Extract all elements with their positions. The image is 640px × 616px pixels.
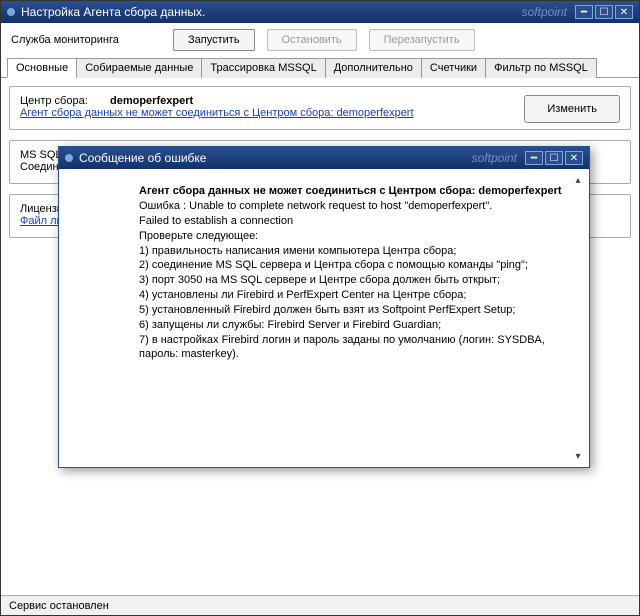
error-titlebar[interactable]: Сообщение об ошибке softpoint ━ ☐ ✕ [59, 147, 589, 169]
close-icon[interactable]: ✕ [615, 5, 633, 19]
watermark: softpoint [522, 5, 567, 19]
scroll-down-icon[interactable]: ▾ [571, 449, 585, 463]
stop-button: Остановить [267, 29, 357, 51]
error-line: Проверьте следующее: [139, 229, 567, 244]
license-link[interactable]: Файл ли [20, 215, 63, 227]
error-dialog: Сообщение об ошибке softpoint ━ ☐ ✕ Аген… [58, 146, 590, 468]
error-title: Сообщение об ошибке [79, 151, 472, 165]
center-label: Центр сбора: [20, 95, 110, 107]
close-icon[interactable]: ✕ [565, 151, 583, 165]
error-line: 2) соединение MS SQL сервера и Центра сб… [139, 258, 567, 273]
error-body: Агент сбора данных не может соединиться … [59, 169, 589, 467]
restart-button: Перезапустить [369, 29, 475, 51]
maximize-icon[interactable]: ☐ [545, 151, 563, 165]
service-label: Служба мониторинга [11, 34, 161, 46]
maximize-icon[interactable]: ☐ [595, 5, 613, 19]
app-icon [7, 8, 15, 16]
error-line: 5) установленный Firebird должен быть вз… [139, 303, 567, 318]
watermark: softpoint [472, 151, 517, 165]
center-value: demoperfexpert [110, 95, 193, 107]
dialog-icon [65, 154, 73, 162]
error-line: Ошибка : Unable to complete network requ… [139, 199, 567, 214]
tab-collected[interactable]: Собираемые данные [76, 58, 202, 78]
start-button[interactable]: Запустить [173, 29, 255, 51]
tab-counters[interactable]: Счетчики [421, 58, 486, 78]
error-line: Failed to establish a connection [139, 214, 567, 229]
minimize-icon[interactable]: ━ [575, 5, 593, 19]
main-title: Настройка Агента сбора данных. [21, 5, 522, 19]
center-groupbox: Центр сбора: demoperfexpert Агент сбора … [9, 86, 631, 130]
center-error-link[interactable]: Агент сбора данных не может соединиться … [20, 107, 414, 119]
minimize-icon[interactable]: ━ [525, 151, 543, 165]
license-label: Лицензи [20, 203, 63, 215]
service-toolbar: Служба мониторинга Запустить Остановить … [1, 23, 639, 57]
status-text: Сервис остановлен [9, 600, 109, 612]
tab-main[interactable]: Основные [7, 58, 77, 78]
error-line: 7) в настройках Firebird логин и пароль … [139, 333, 567, 363]
error-line: 4) установлены ли Firebird и PerfExpert … [139, 288, 567, 303]
error-line: 3) порт 3050 на MS SQL сервере и Центре … [139, 273, 567, 288]
change-center-button[interactable]: Изменить [524, 95, 620, 123]
tab-filter[interactable]: Фильтр по MSSQL [485, 58, 597, 78]
tabs: Основные Собираемые данные Трассировка M… [1, 57, 639, 78]
error-line: 1) правильность написания имени компьюте… [139, 244, 567, 259]
main-titlebar[interactable]: Настройка Агента сбора данных. softpoint… [1, 1, 639, 23]
tab-extra[interactable]: Дополнительно [325, 58, 422, 78]
scroll-up-icon[interactable]: ▴ [571, 173, 585, 187]
error-line: 6) запущены ли службы: Firebird Server и… [139, 318, 567, 333]
statusbar: Сервис остановлен [1, 595, 639, 615]
error-heading: Агент сбора данных не может соединиться … [139, 185, 567, 197]
tab-trace[interactable]: Трассировка MSSQL [201, 58, 325, 78]
